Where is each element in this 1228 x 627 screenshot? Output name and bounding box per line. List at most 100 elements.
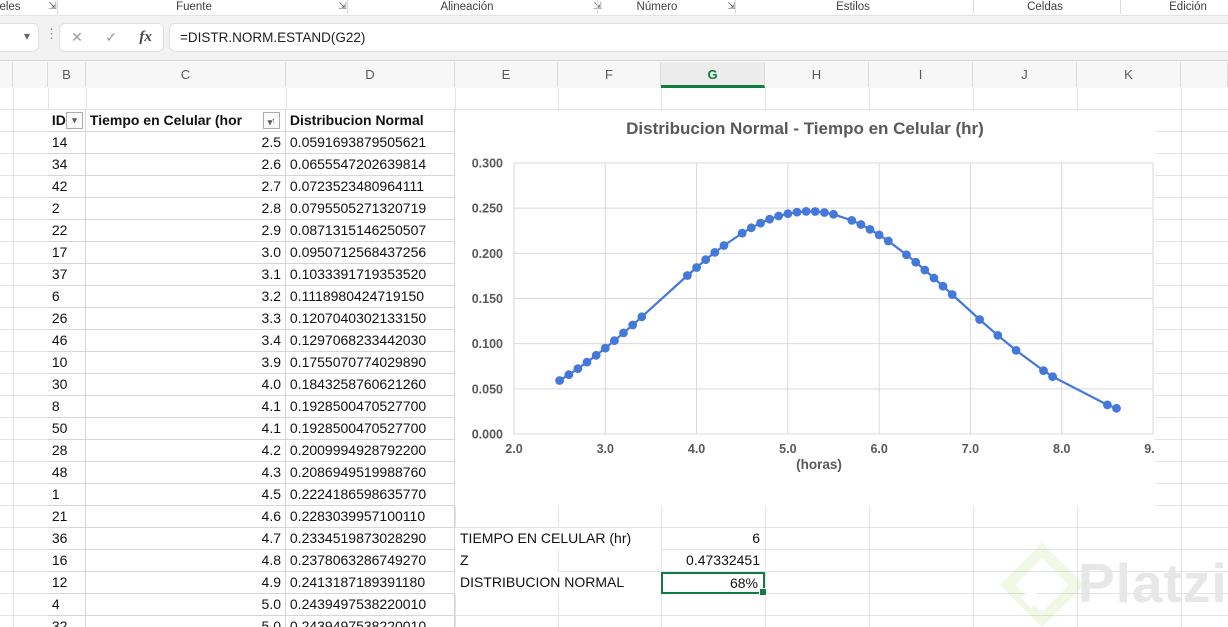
table-row-id[interactable]: 46 [48, 330, 86, 352]
table-row-tiempo[interactable]: 2.9 [86, 220, 286, 242]
table-row-id[interactable]: 48 [48, 462, 86, 484]
table-row-distribucion[interactable]: 0.2413187189391180 [286, 572, 455, 594]
column-header-C[interactable]: C [86, 62, 286, 87]
filter-sort-asc-icon[interactable]: ▾↑ [263, 112, 280, 129]
table-row-distribucion[interactable]: 0.0723523480964111 [286, 176, 455, 198]
column-header-D[interactable]: D [286, 62, 455, 87]
table-row-tiempo[interactable]: 3.3 [86, 308, 286, 330]
table-row-id[interactable]: 8 [48, 396, 86, 418]
table-row-tiempo[interactable]: 4.3 [86, 462, 286, 484]
drag-handle-icon[interactable]: ⋮ [45, 26, 58, 42]
table-row-id[interactable]: 21 [48, 506, 86, 528]
name-box[interactable]: ▾ [0, 24, 38, 51]
table-row-id[interactable]: 32 [48, 616, 86, 627]
table-row-tiempo[interactable]: 3.4 [86, 330, 286, 352]
cancel-icon[interactable]: ✕ [71, 29, 83, 46]
fill-handle[interactable] [759, 588, 767, 596]
table-row-distribucion[interactable]: 0.2439497538220010 [286, 616, 455, 627]
column-header-I[interactable]: I [869, 62, 973, 87]
table-row-tiempo[interactable]: 4.5 [86, 484, 286, 506]
table-row-distribucion[interactable]: 0.0795505271320719 [286, 198, 455, 220]
table-row-distribucion[interactable]: 0.0655547202639814 [286, 154, 455, 176]
chart[interactable]: Distribucion Normal - Tiempo en Celular … [455, 111, 1162, 506]
table-row-distribucion[interactable]: 0.1928500470527700 [286, 396, 455, 418]
cell-label-tiempo[interactable]: TIEMPO EN CELULAR (hr) [455, 528, 661, 550]
table-header-distribucion[interactable]: Distribucion Normal [286, 110, 455, 132]
table-row-tiempo[interactable]: 2.7 [86, 176, 286, 198]
column-header-F[interactable]: F [558, 62, 661, 87]
table-row-distribucion[interactable]: 0.2086949519988760 [286, 462, 455, 484]
column-header-H[interactable]: H [765, 62, 869, 87]
sheet-grid[interactable]: Distribucion Normal - Tiempo en Celular … [0, 88, 1228, 627]
enter-icon[interactable]: ✓ [105, 29, 117, 46]
table-row-distribucion[interactable]: 0.2439497538220010 [286, 594, 455, 616]
column-header-G[interactable]: G [661, 62, 765, 88]
table-row-id[interactable]: 28 [48, 440, 86, 462]
table-row-id[interactable]: 34 [48, 154, 86, 176]
filter-dropdown-icon[interactable]: ▾ [66, 112, 83, 129]
table-row-tiempo[interactable]: 4.1 [86, 418, 286, 440]
table-row-distribucion[interactable]: 0.0950712568437256 [286, 242, 455, 264]
chevron-down-icon[interactable]: ▾ [24, 29, 30, 43]
table-row-id[interactable]: 12 [48, 572, 86, 594]
table-row-id[interactable]: 26 [48, 308, 86, 330]
table-row-distribucion[interactable]: 0.1843258760621260 [286, 374, 455, 396]
table-row-distribucion[interactable]: 0.1297068233442030 [286, 330, 455, 352]
column-header-J[interactable]: J [973, 62, 1077, 87]
cell-label-distribucion[interactable]: DISTRIBUCION NORMAL [455, 572, 661, 594]
table-row-tiempo[interactable]: 4.1 [86, 396, 286, 418]
table-row-id[interactable]: 6 [48, 286, 86, 308]
table-row-id[interactable]: 17 [48, 242, 86, 264]
table-row-id[interactable]: 50 [48, 418, 86, 440]
table-row-distribucion[interactable]: 0.2009994928792200 [286, 440, 455, 462]
table-row-distribucion[interactable]: 0.1755070774029890 [286, 352, 455, 374]
table-row-tiempo[interactable]: 3.0 [86, 242, 286, 264]
table-row-id[interactable]: 2 [48, 198, 86, 220]
formula-input[interactable]: =DISTR.NORM.ESTAND(G22) [170, 24, 1228, 51]
table-row-tiempo[interactable]: 3.1 [86, 264, 286, 286]
table-row-tiempo[interactable]: 4.7 [86, 528, 286, 550]
selected-cell-g22[interactable]: 68% [661, 572, 767, 596]
table-row-id[interactable]: 4 [48, 594, 86, 616]
table-row-tiempo[interactable]: 2.6 [86, 154, 286, 176]
table-row-id[interactable]: 14 [48, 132, 86, 154]
table-row-tiempo[interactable]: 2.5 [86, 132, 286, 154]
table-row-id[interactable]: 36 [48, 528, 86, 550]
table-row-distribucion[interactable]: 0.1033391719353520 [286, 264, 455, 286]
table-row-distribucion[interactable]: 0.0591693879505621 [286, 132, 455, 154]
table-row-tiempo[interactable]: 4.9 [86, 572, 286, 594]
table-row-tiempo[interactable]: 4.6 [86, 506, 286, 528]
table-row-id[interactable]: 10 [48, 352, 86, 374]
cell-value-z[interactable]: 0.47332451 [661, 550, 765, 572]
column-header-K[interactable]: K [1077, 62, 1181, 87]
insert-function-icon[interactable]: fx [139, 29, 152, 46]
cell-value-tiempo[interactable]: 6 [661, 528, 765, 550]
column-header-E[interactable]: E [455, 62, 558, 87]
column-header-B[interactable]: B [48, 62, 86, 87]
table-row-id[interactable]: 30 [48, 374, 86, 396]
table-row-tiempo[interactable]: 3.9 [86, 352, 286, 374]
table-row-distribucion[interactable]: 0.2224186598635770 [286, 484, 455, 506]
table-row-distribucion[interactable]: 0.2378063286749270 [286, 550, 455, 572]
table-row-distribucion[interactable]: 0.0871315146250507 [286, 220, 455, 242]
table-row-id[interactable]: 37 [48, 264, 86, 286]
table-header-id[interactable]: ID ▾ [48, 110, 86, 132]
table-row-id[interactable]: 16 [48, 550, 86, 572]
table-row-id[interactable]: 42 [48, 176, 86, 198]
table-row-tiempo[interactable]: 5.0 [86, 594, 286, 616]
table-row-distribucion[interactable]: 0.1928500470527700 [286, 418, 455, 440]
table-row-distribucion[interactable]: 0.1118980424719150 [286, 286, 455, 308]
table-row-tiempo[interactable]: 2.8 [86, 198, 286, 220]
table-row-id[interactable]: 22 [48, 220, 86, 242]
table-row-tiempo[interactable]: 3.2 [86, 286, 286, 308]
table-row-distribucion[interactable]: 0.1207040302133150 [286, 308, 455, 330]
table-row-tiempo[interactable]: 5.0 [86, 616, 286, 627]
table-row-distribucion[interactable]: 0.2334519873028290 [286, 528, 455, 550]
table-row-distribucion[interactable]: 0.2283039957100110 [286, 506, 455, 528]
table-header-tiempo[interactable]: Tiempo en Celular (hor ▾↑ [86, 110, 286, 132]
table-row-tiempo[interactable]: 4.0 [86, 374, 286, 396]
table-row-id[interactable]: 1 [48, 484, 86, 506]
table-row-tiempo[interactable]: 4.8 [86, 550, 286, 572]
table-row-tiempo[interactable]: 4.2 [86, 440, 286, 462]
cell-label-z[interactable]: Z [455, 550, 558, 572]
